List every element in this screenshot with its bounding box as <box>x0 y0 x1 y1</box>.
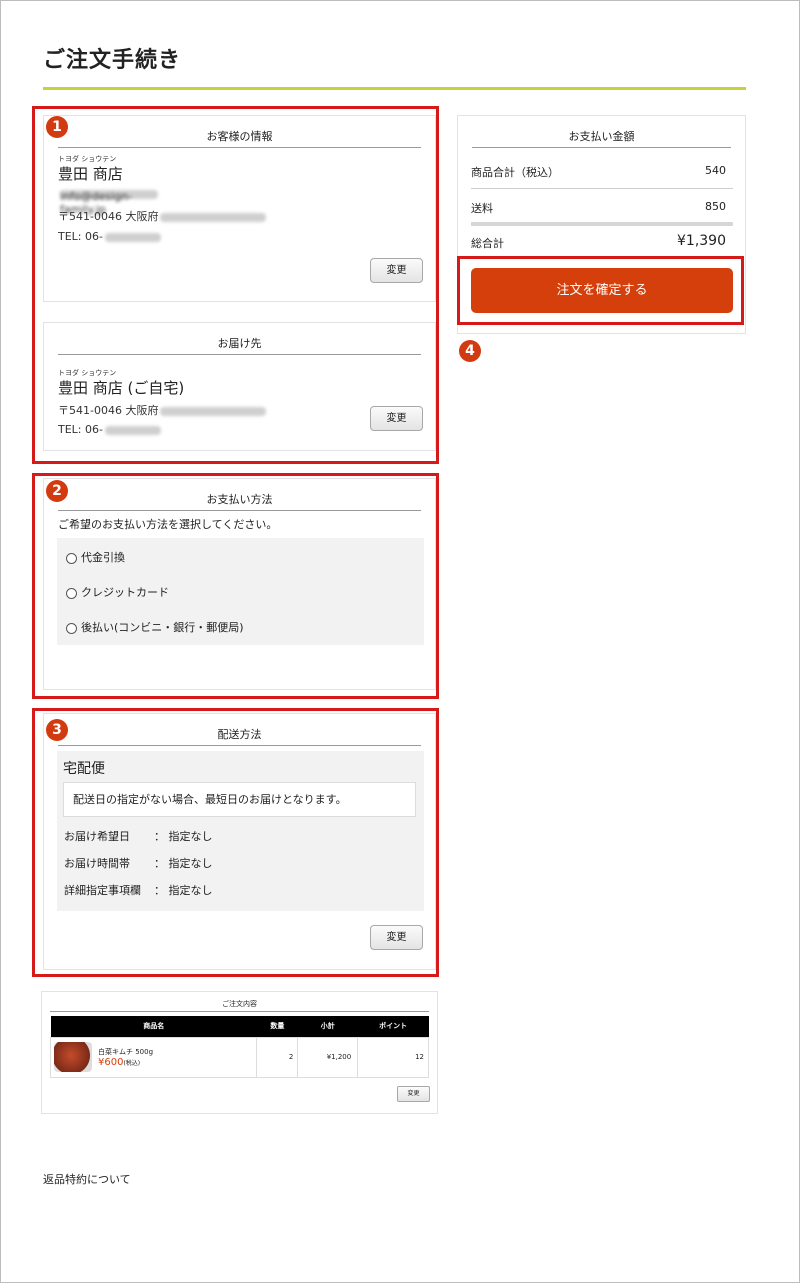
order-qty-cell: 2 <box>256 1036 299 1078</box>
order-col-points: ポイント <box>357 1016 429 1037</box>
product-price: ¥600 <box>98 1056 124 1068</box>
table-row: 白菜キムチ 500g ¥600(税込) 2 ¥1,200 12 <box>49 1036 429 1078</box>
marker-3: 3 <box>46 719 68 741</box>
summary-row-shipping: 送料 850 <box>471 200 733 216</box>
product-name[interactable]: 白菜キムチ 500g <box>98 1047 153 1057</box>
product-thumbnail[interactable] <box>54 1042 92 1072</box>
summary-row-label: 送料 <box>471 202 493 215</box>
highlight-box-4 <box>457 256 744 325</box>
product-tax-note: (税込) <box>123 1059 141 1067</box>
highlight-box-1 <box>32 106 439 464</box>
order-change-button[interactable]: 変更 <box>397 1086 430 1102</box>
order-col-qty: 数量 <box>256 1016 298 1037</box>
marker-4: 4 <box>459 340 481 362</box>
order-points-cell: 12 <box>357 1036 429 1078</box>
order-product-cell: 白菜キムチ 500g ¥600(税込) <box>49 1036 258 1078</box>
order-contents-heading: ご注文内容 <box>50 996 429 1012</box>
payment-summary-heading: お支払い金額 <box>472 126 731 148</box>
page-title: ご注文手続き <box>43 48 182 73</box>
marker-1: 1 <box>46 116 68 138</box>
summary-total-label: 総合計 <box>471 237 504 250</box>
order-col-product: 商品名 <box>50 1016 257 1037</box>
marker-2: 2 <box>46 480 68 502</box>
order-subtotal-cell: ¥1,200 <box>297 1036 359 1078</box>
returns-policy-link[interactable]: 返品特約について <box>43 1171 131 1187</box>
title-rule <box>43 87 746 90</box>
order-table: 商品名 数量 小計 ポイント 白菜キムチ 500g ¥600(税込) 2 ¥1,… <box>49 1016 429 1078</box>
summary-row-value: 850 <box>705 200 726 213</box>
highlight-box-3 <box>32 708 439 977</box>
highlight-box-2 <box>32 473 439 699</box>
summary-total-value: ¥1,390 <box>677 233 726 249</box>
summary-row-label: 商品合計（税込） <box>471 166 559 179</box>
order-col-subtotal: 小計 <box>297 1016 358 1037</box>
summary-row-subtotal: 商品合計（税込） 540 <box>471 164 733 180</box>
summary-row-value: 540 <box>705 164 726 177</box>
summary-divider <box>471 188 733 189</box>
summary-divider-thick <box>471 222 733 226</box>
summary-row-total: 総合計 ¥1,390 <box>471 233 733 251</box>
